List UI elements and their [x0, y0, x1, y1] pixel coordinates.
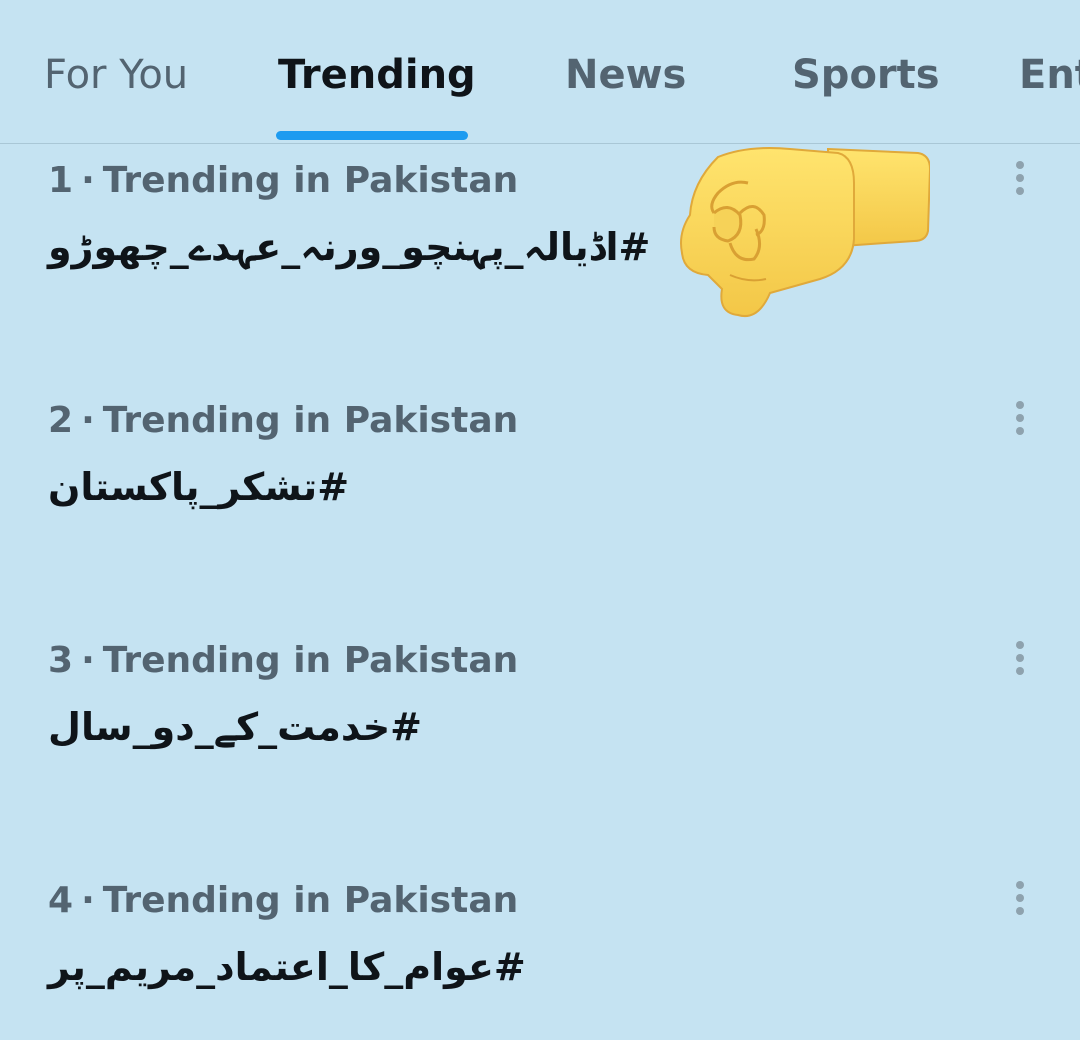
trend-location: Trending in Pakistan [102, 640, 519, 681]
trend-rank: 4 [48, 880, 74, 921]
trend-location: Trending in Pakistan [102, 160, 519, 201]
more-vertical-icon [1016, 641, 1024, 675]
oncoming-fist-emoji [680, 147, 930, 317]
trend-more-button[interactable] [1000, 639, 1040, 679]
tab-for-you[interactable]: For You [44, 50, 188, 106]
trend-item[interactable]: 3 · Trending in Pakistan #خدمت_کے_دو_سال [0, 625, 1080, 865]
trend-rank: 3 [48, 640, 74, 681]
trend-separator: · [81, 880, 95, 921]
explore-tab-bar: For You Trending News Sports Ent [0, 0, 1080, 144]
trend-rank: 2 [48, 400, 74, 441]
more-vertical-icon [1016, 881, 1024, 915]
trend-more-button[interactable] [1000, 159, 1040, 199]
tab-news[interactable]: News [565, 50, 686, 106]
tab-trending[interactable]: Trending [278, 50, 476, 106]
trend-item[interactable]: 4 · Trending in Pakistan #عوام_کا_اعتماد_م… [0, 865, 1080, 1040]
explore-screen: For You Trending News Sports Ent 1·Trend… [0, 0, 1080, 1040]
trend-hashtag: #عوام_کا_اعتماد_مریم_پر [48, 945, 526, 989]
tab-entertainment[interactable]: Ent [1019, 50, 1080, 106]
trend-hashtag: #اڈیالہ_پہنچو_ورنہ_عہدے_چھوڑو [48, 225, 651, 269]
more-vertical-icon [1016, 161, 1024, 195]
trend-location: Trending in Pakistan [102, 400, 519, 441]
trend-rank: 1 [48, 160, 74, 201]
trend-more-button[interactable] [1000, 879, 1040, 919]
trend-item[interactable]: 2 · Trending in Pakistan #تشکر_پاکستان [0, 385, 1080, 625]
trend-hashtag: #تشکر_پاکستان [48, 465, 350, 509]
trend-context: 4 · Trending in Pakistan [48, 879, 518, 923]
trend-separator: · [81, 160, 95, 201]
more-vertical-icon [1016, 401, 1024, 435]
trend-more-button[interactable] [1000, 399, 1040, 439]
trend-context: 3 · Trending in Pakistan [48, 639, 518, 683]
trend-context: 2 · Trending in Pakistan [48, 399, 518, 443]
trend-context: 1 · Trending in Pakistan [48, 159, 518, 203]
active-tab-indicator [276, 131, 468, 140]
trend-hashtag: #خدمت_کے_دو_سال [48, 705, 423, 749]
trend-separator: · [81, 400, 95, 441]
trend-separator: · [81, 640, 95, 681]
tab-sports[interactable]: Sports [792, 50, 940, 106]
trend-location: Trending in Pakistan [102, 880, 519, 921]
